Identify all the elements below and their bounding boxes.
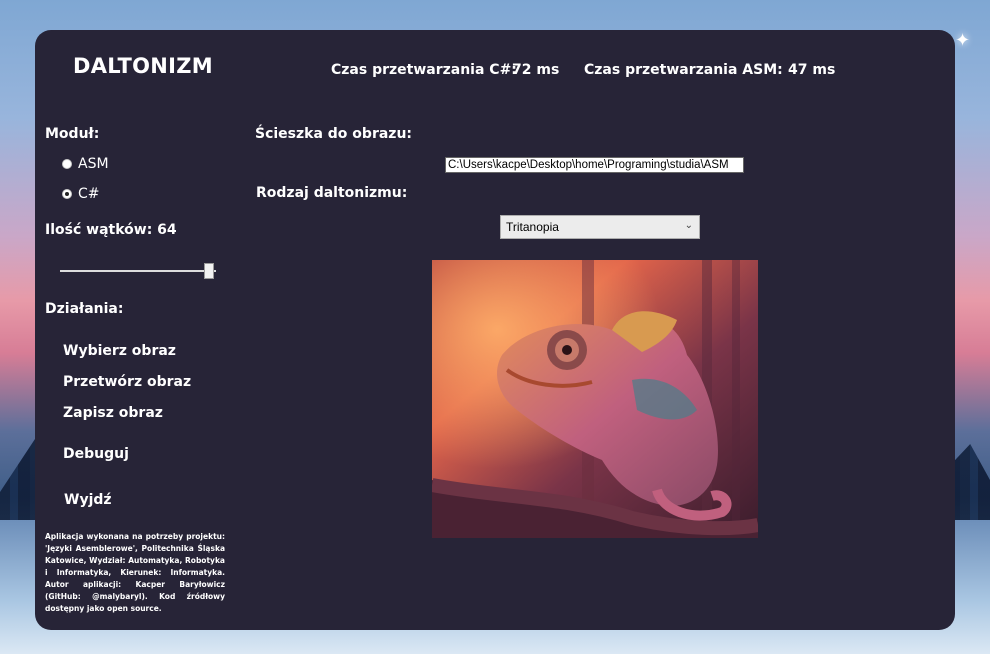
chameleon-image [432, 260, 758, 538]
cs-time-label: Czas przetwarzania C#: [331, 62, 517, 78]
threads-slider[interactable] [60, 261, 216, 281]
daltonism-label: Rodzaj daltonizmu: [256, 185, 408, 201]
preview-image [432, 260, 758, 538]
daltonism-select[interactable]: Tritanopia ⌄ [500, 215, 700, 239]
radio-asm-circle[interactable] [62, 159, 72, 169]
select-image-button[interactable]: Wybierz obraz [63, 343, 176, 359]
save-image-button[interactable]: Zapisz obraz [63, 405, 163, 421]
radio-cs[interactable]: C# [62, 186, 100, 202]
slider-thumb[interactable] [204, 263, 214, 279]
about-text: Aplikacja wykonana na potrzeby projektu:… [45, 532, 225, 613]
actions-label: Działania: [45, 301, 124, 317]
app-title: DALTONIZM [73, 54, 213, 78]
main-panel: DALTONIZM Czas przetwarzania C#: 72 ms C… [35, 30, 955, 630]
cs-time-value: 72 ms [512, 62, 560, 78]
chevron-down-icon: ⌄ [684, 220, 693, 231]
radio-cs-circle[interactable] [62, 189, 72, 199]
module-label: Moduł: [45, 126, 100, 142]
process-image-button[interactable]: Przetwórz obraz [63, 374, 191, 390]
radio-asm-label: ASM [78, 156, 109, 172]
asm-time-label: Czas przetwarzania ASM: [584, 62, 783, 78]
path-label: Ścieszka do obrazu: [255, 126, 413, 142]
radio-asm[interactable]: ASM [62, 156, 109, 172]
asm-time-value: 47 ms [788, 62, 836, 78]
exit-button[interactable]: Wyjdź [64, 492, 112, 508]
image-path-field[interactable]: C:\Users\kacpe\Desktop\home\Programing\s… [445, 157, 744, 173]
debug-button[interactable]: Debuguj [63, 446, 129, 462]
threads-label: Ilość wątków: 64 [45, 222, 177, 238]
slider-track [60, 270, 216, 272]
daltonism-select-value: Tritanopia [506, 220, 559, 234]
radio-cs-label: C# [78, 186, 100, 202]
sparkle-icon: ✦ [955, 30, 971, 51]
